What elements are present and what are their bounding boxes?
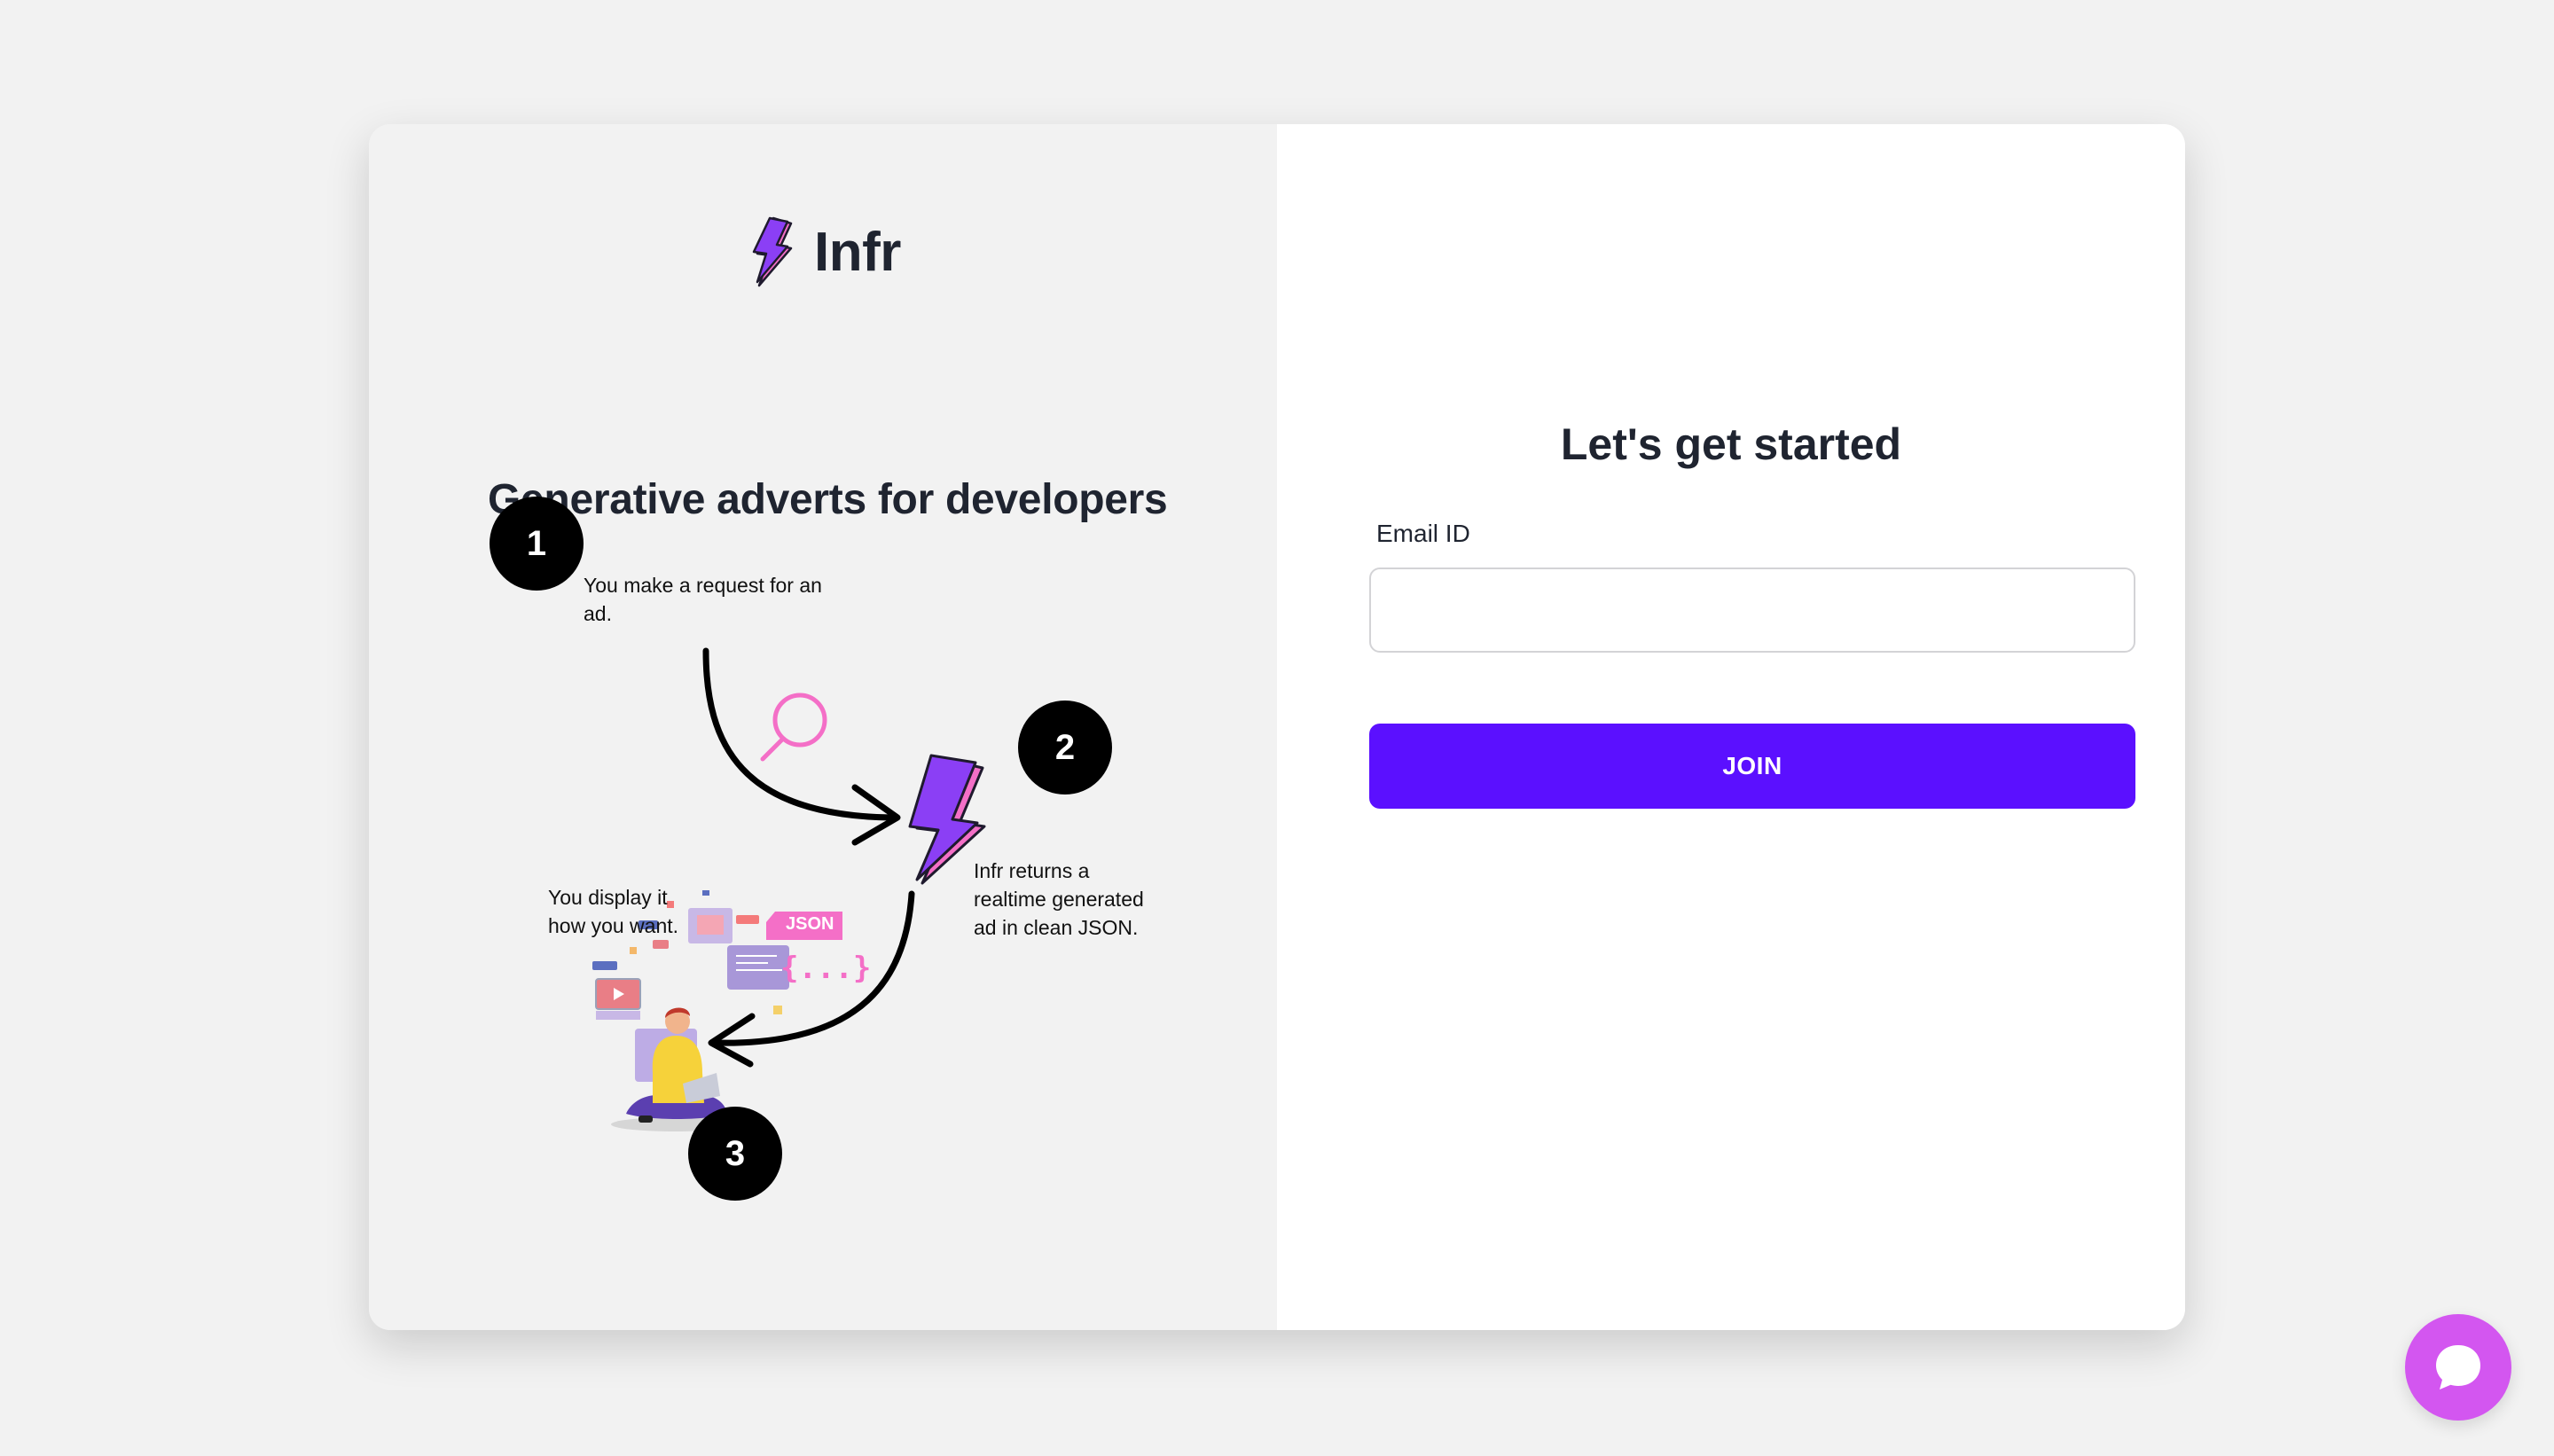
step-3-text: You display it how you want. <box>548 886 679 937</box>
email-label: Email ID <box>1376 520 1470 547</box>
email-input[interactable] <box>1369 568 2135 653</box>
json-braces: {...} <box>780 951 872 986</box>
step-1-badge: 1 <box>490 497 584 591</box>
step-2-badge: 2 <box>1018 701 1112 795</box>
how-it-works-illustration <box>592 647 986 1131</box>
step-3-badge: 3 <box>688 1107 782 1201</box>
signup-form-panel: Let's get started Email ID JOIN <box>1277 124 2185 1330</box>
join-button[interactable]: JOIN <box>1369 724 2135 809</box>
json-tag-label: JSON <box>786 914 834 934</box>
step-2-text: Infr returns a realtime generated ad in … <box>974 859 1144 939</box>
chat-bubble-icon <box>2436 1345 2480 1389</box>
magnifier-icon <box>760 693 827 762</box>
form-title: Let's get started <box>1560 419 1902 469</box>
signup-card: Infr Generative adverts for developers J… <box>369 124 2185 1330</box>
intro-panel: Infr Generative adverts for developers J… <box>369 124 1277 1330</box>
step-1-text: You make a request for an ad. <box>584 574 822 625</box>
chat-launcher-button[interactable] <box>2405 1314 2511 1421</box>
